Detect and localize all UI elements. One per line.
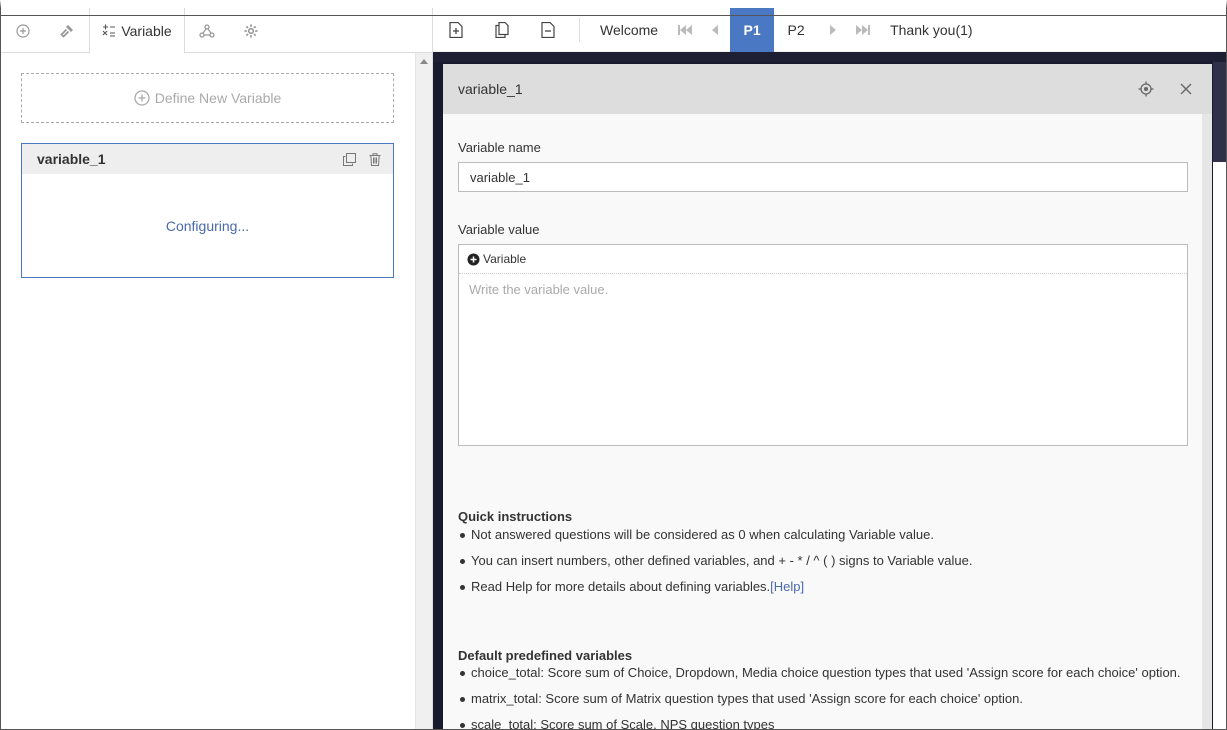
toolbar-divider <box>579 17 580 42</box>
variable-icon <box>102 24 116 37</box>
skip-last-icon <box>856 24 871 35</box>
triangle-left-icon <box>712 24 719 35</box>
delete-button[interactable] <box>365 149 385 169</box>
list-item: choice_total: Score sum of Choice, Dropd… <box>458 660 1198 686</box>
preview-backdrop <box>433 52 1226 62</box>
copy-icon <box>342 152 356 166</box>
file-minus-icon <box>541 21 555 38</box>
plus-circle-filled-icon <box>467 253 480 265</box>
variable-card-header: variable_1 <box>22 144 393 174</box>
locate-button[interactable] <box>1135 78 1157 100</box>
variable-value-editor[interactable]: Variable Write the variable value. <box>458 244 1188 446</box>
plus-circle-icon <box>16 23 30 38</box>
tab-variable-label: Variable <box>121 22 172 39</box>
variable-card[interactable]: variable_1 Configuring... <box>21 143 394 278</box>
file-plus-icon <box>449 21 463 38</box>
close-button[interactable] <box>1175 78 1197 100</box>
right-panel: Welcome P1 P2 Thank you(1) variable_1 Va… <box>432 8 1226 729</box>
target-icon <box>1138 81 1154 97</box>
quick-instructions-list: Not answered questions will be considere… <box>458 522 1198 600</box>
variable-name-input[interactable] <box>458 162 1188 192</box>
dialog-title: variable_1 <box>458 81 523 97</box>
left-panel: Variable Define New Variable variable_1 <box>1 8 432 729</box>
trash-icon <box>369 152 381 166</box>
app-window: Variable Define New Variable variable_1 <box>0 0 1227 730</box>
dialog-body: Variable name Variable value Variable Wr… <box>443 114 1202 729</box>
dialog-scrollbar[interactable] <box>1202 114 1212 729</box>
list-item: Not answered questions will be considere… <box>458 522 1198 548</box>
variable-value-placeholder[interactable]: Write the variable value. <box>459 274 1187 305</box>
copy-button[interactable] <box>339 149 359 169</box>
triangle-right-icon <box>830 24 837 35</box>
left-panel-scrollbar[interactable] <box>415 53 432 729</box>
variable-card-title: variable_1 <box>37 151 106 167</box>
plus-circle-icon <box>134 90 150 106</box>
close-icon <box>1180 83 1192 95</box>
scroll-up-arrow-icon[interactable] <box>420 59 428 64</box>
preview-edge <box>1213 62 1226 729</box>
define-new-variable-button[interactable]: Define New Variable <box>21 73 394 123</box>
list-item-text: Read Help for more details about definin… <box>471 579 771 594</box>
sitemap-icon <box>199 23 215 38</box>
file-copy-icon <box>495 21 509 38</box>
insert-variable-label: Variable <box>483 252 527 266</box>
help-link[interactable]: [Help] <box>770 579 804 594</box>
skip-first-icon <box>678 24 693 35</box>
dialog-header: variable_1 <box>443 64 1212 114</box>
list-item: You can insert numbers, other defined va… <box>458 548 1198 574</box>
gear-icon <box>244 24 258 37</box>
list-item: Read Help for more details about definin… <box>458 574 1198 600</box>
variable-card-status: Configuring... <box>165 217 250 234</box>
window-top-border <box>1 15 1226 16</box>
variable-value-label: Variable value <box>458 222 540 237</box>
list-item: matrix_total: Score sum of Matrix questi… <box>458 686 1198 712</box>
variable-editor-dialog: variable_1 Variable name Variable value … <box>443 64 1212 729</box>
default-variables-list: choice_total: Score sum of Choice, Dropd… <box>458 660 1198 729</box>
hammer-icon <box>60 24 73 38</box>
variable-name-label: Variable name <box>458 140 541 155</box>
define-new-variable-label: Define New Variable <box>154 90 282 106</box>
insert-variable-button[interactable]: Variable <box>459 245 1187 274</box>
list-item: scale_total: Score sum of Scale, NPS que… <box>458 712 1198 729</box>
